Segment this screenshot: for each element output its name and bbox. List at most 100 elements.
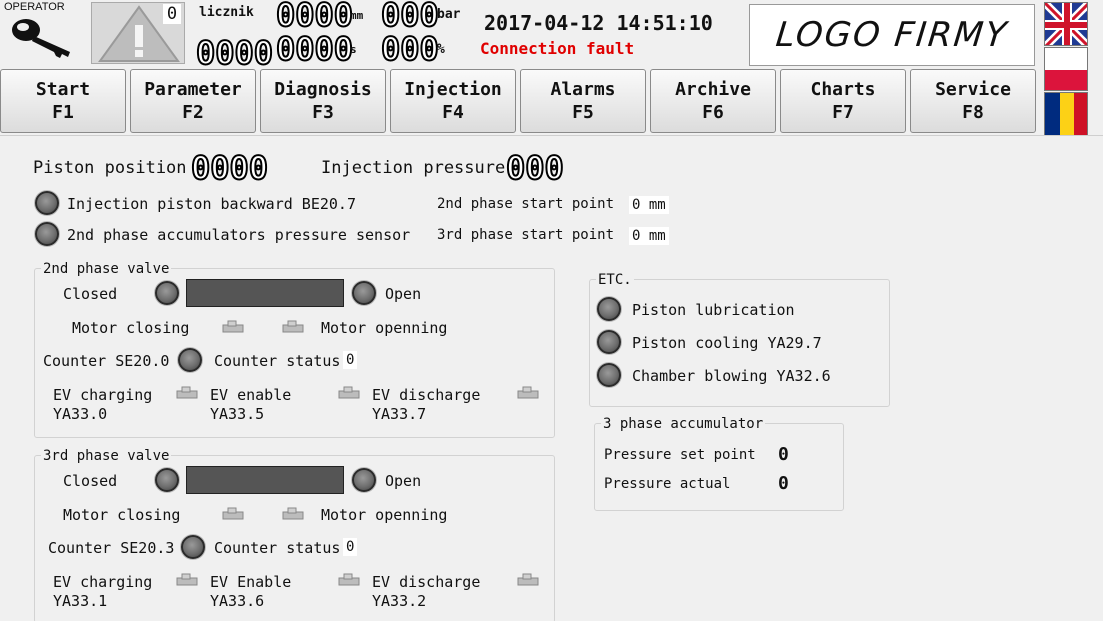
- valve3-counter-label: Counter SE20.3: [48, 539, 175, 557]
- piston-cooling-lamp: [597, 330, 621, 354]
- motor-closing-valve-icon: [222, 506, 244, 520]
- company-logo: LOGO FIRMY: [749, 4, 1035, 66]
- valve3-open-label: Open: [385, 472, 422, 490]
- display-percent: 000: [380, 30, 440, 68]
- valve2-ev-enable-label: EV enable: [210, 386, 292, 404]
- nav-charts-button[interactable]: Charts F7: [780, 69, 906, 133]
- datetime: 2017-04-12 14:51:10: [484, 11, 713, 35]
- en-flag-icon[interactable]: [1044, 2, 1088, 46]
- valve3-ev-charging-code: YA33.1: [53, 592, 108, 610]
- injection-pressure-label: Injection pressure: [321, 158, 506, 178]
- logo-text: LOGO FIRMY: [773, 15, 1011, 55]
- piston-lubrication-label: Piston lubrication: [632, 301, 795, 319]
- piston-position-display: 0000: [190, 149, 269, 187]
- warning-panel[interactable]: 0: [91, 2, 185, 64]
- nav-key: F5: [572, 102, 594, 123]
- valve2-ev-discharge-code: YA33.7: [372, 405, 427, 423]
- operator-label: OPERATOR: [4, 1, 65, 13]
- valve2-closed-label: Closed: [63, 285, 118, 303]
- valve2-ev-discharge-label: EV discharge: [372, 386, 481, 404]
- nav-start-button[interactable]: Start F1: [0, 69, 126, 133]
- nav-key: F8: [962, 102, 984, 123]
- valve3-ev-discharge-code: YA33.2: [372, 592, 427, 610]
- piston-backward-lamp: [35, 191, 59, 215]
- display-bar: 000: [380, 0, 440, 34]
- nav-alarms-button[interactable]: Alarms F5: [520, 69, 646, 133]
- valve3-closed-label: Closed: [63, 472, 118, 490]
- valve2-closed-lamp: [155, 281, 179, 305]
- unit-s: s: [350, 43, 357, 56]
- valve3-ev-charging-label: EV charging: [53, 573, 153, 591]
- key-icon[interactable]: [10, 14, 74, 58]
- unit-bar: bar: [437, 7, 461, 22]
- group-title: 3 phase accumulator: [601, 416, 766, 432]
- accumulator-group: 3 phase accumulator: [594, 416, 844, 511]
- piston-lubrication-lamp: [597, 297, 621, 321]
- valve3-open-lamp: [352, 468, 376, 492]
- nav-key: F6: [702, 102, 724, 123]
- ev-discharge-valve-icon: [517, 572, 539, 586]
- nav-key: F2: [182, 102, 204, 123]
- connection-status: Connection fault: [480, 39, 635, 58]
- nav-key: F1: [52, 102, 74, 123]
- valve2-counter-label: Counter SE20.0: [43, 352, 170, 370]
- motor-opening-valve-icon: [282, 506, 304, 520]
- phase3-start-value: 0 mm: [629, 227, 669, 245]
- accumulator-sensor-lamp: [35, 222, 59, 246]
- piston-position-label: Piston position: [33, 158, 187, 178]
- nav-label: Injection: [404, 79, 502, 100]
- display-mm: 0000: [275, 0, 354, 34]
- nav-archive-button[interactable]: Archive F6: [650, 69, 776, 133]
- group-title: 3rd phase valve: [41, 448, 172, 464]
- pressure-set-point-label: Pressure set point: [604, 447, 756, 463]
- valve3-position-bar: [186, 466, 344, 494]
- nav-key: F7: [832, 102, 854, 123]
- valve2-motor-closing-label: Motor closing: [72, 319, 190, 337]
- group-title: ETC.: [596, 272, 634, 288]
- valve3-ev-discharge-label: EV discharge: [372, 573, 481, 591]
- nav-label: Diagnosis: [274, 79, 372, 100]
- chamber-blowing-label: Chamber blowing YA32.6: [632, 367, 831, 385]
- injection-pressure-display: 000: [505, 149, 565, 187]
- motor-opening-valve-icon: [282, 319, 304, 333]
- valve3-closed-lamp: [155, 468, 179, 492]
- ro-flag-icon[interactable]: [1044, 92, 1088, 136]
- nav-parameter-button[interactable]: Parameter F2: [130, 69, 256, 133]
- nav-label: Parameter: [144, 79, 242, 100]
- accumulator-sensor-label: 2nd phase accumulators pressure sensor: [67, 226, 411, 244]
- phase3-start-label: 3rd phase start point: [437, 227, 615, 243]
- valve2-open-lamp: [352, 281, 376, 305]
- valve2-ev-enable-code: YA33.5: [210, 405, 265, 423]
- header-bar: OPERATOR 0 licznik 0000 mm 000 bar 0000 …: [0, 0, 1103, 72]
- ev-charging-valve-icon: [176, 385, 198, 399]
- chamber-blowing-lamp: [597, 363, 621, 387]
- ev-discharge-valve-icon: [517, 385, 539, 399]
- valve2-counter-status-value: 0: [343, 351, 358, 369]
- valve3-counter-status-value: 0: [343, 538, 358, 556]
- pl-flag-icon[interactable]: [1044, 47, 1088, 91]
- nav-label: Service: [935, 79, 1011, 100]
- display-s: 0000: [275, 30, 354, 68]
- phase2-start-value: 0 mm: [629, 196, 669, 214]
- nav-key: F4: [442, 102, 464, 123]
- nav-injection-button[interactable]: Injection F4: [390, 69, 516, 133]
- phase2-start-label: 2nd phase start point: [437, 196, 615, 212]
- nav-label: Start: [35, 79, 91, 100]
- pressure-set-point-value: 0: [778, 444, 789, 465]
- valve2-position-bar: [186, 279, 344, 307]
- valve2-ev-charging-label: EV charging: [53, 386, 153, 404]
- valve3-ev-enable-label: EV Enable: [210, 573, 292, 591]
- nav-diagnosis-button[interactable]: Diagnosis F3: [260, 69, 386, 133]
- valve2-motor-opening-label: Motor openning: [321, 319, 448, 337]
- nav-key: F3: [312, 102, 334, 123]
- valve3-counter-status-label: Counter status: [214, 539, 341, 557]
- nav-service-button[interactable]: Service F8: [910, 69, 1036, 133]
- valve2-counter-status-label: Counter status: [214, 352, 341, 370]
- display-extra: 0000: [195, 34, 274, 72]
- licznik-label: licznik: [199, 5, 254, 20]
- valve2-ev-charging-code: YA33.0: [53, 405, 108, 423]
- ev-enable-valve-icon: [338, 572, 360, 586]
- ev-charging-valve-icon: [176, 572, 198, 586]
- valve2-open-label: Open: [385, 285, 422, 303]
- valve3-ev-enable-code: YA33.6: [210, 592, 265, 610]
